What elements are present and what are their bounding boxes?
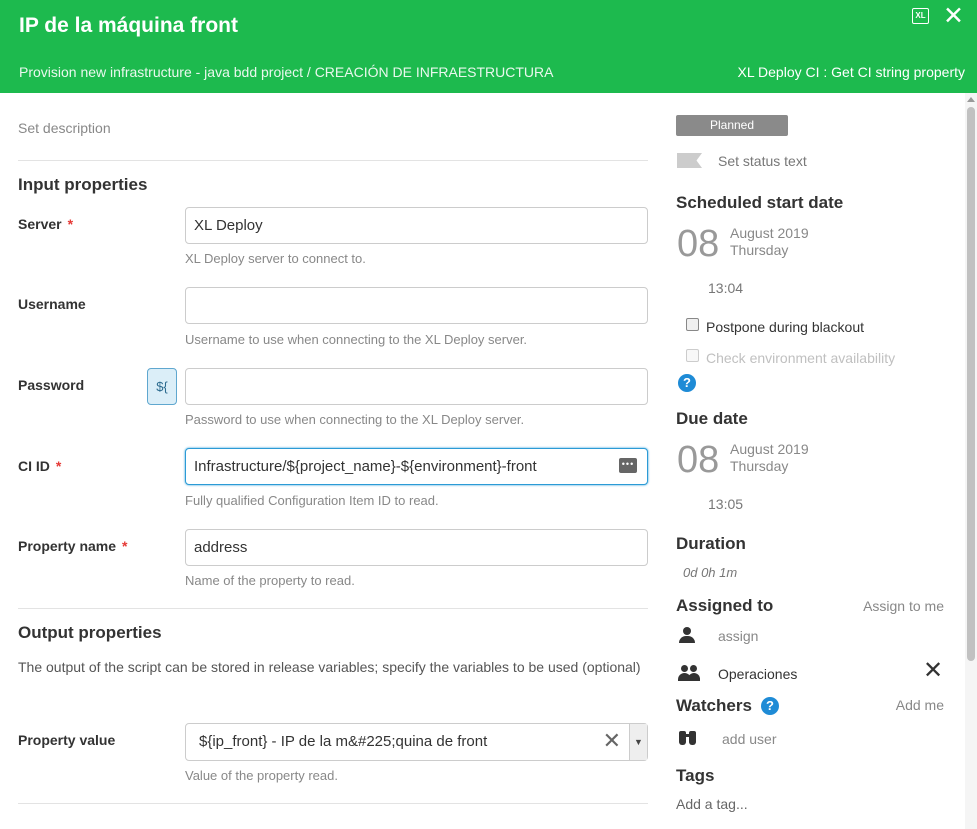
xl-deploy-icon[interactable]: XL — [912, 8, 929, 24]
assign-user-field[interactable]: assign — [718, 628, 758, 644]
start-weekday: Thursday — [730, 242, 789, 258]
due-month-year[interactable]: August 2019 — [730, 441, 809, 458]
breadcrumb[interactable]: Provision new infrastructure - java bdd … — [19, 64, 553, 80]
output-properties-title: Output properties — [18, 623, 162, 642]
due-date-heading: Due date — [676, 409, 748, 428]
duration-value[interactable]: 0d 0h 1m — [683, 565, 737, 580]
tags-heading: Tags — [676, 766, 715, 785]
output-properties-description: The output of the script can be stored i… — [18, 659, 641, 675]
team-icon — [678, 665, 700, 681]
add-tag-field[interactable]: Add a tag... — [676, 796, 748, 812]
chevron-down-icon[interactable]: ▼ — [629, 724, 647, 760]
postpone-label[interactable]: Postpone during blackout — [706, 319, 864, 335]
username-input[interactable] — [185, 287, 648, 324]
due-day[interactable]: 08 — [677, 440, 719, 480]
property-name-help: Name of the property to read. — [185, 573, 355, 588]
ci-id-label: CI ID * — [18, 458, 62, 474]
start-day[interactable]: 08 — [677, 224, 719, 264]
due-time[interactable]: 13:05 — [708, 496, 743, 512]
property-value-selected: ${ip_front} - IP de la m&#225;quina de f… — [199, 733, 488, 750]
description-field[interactable]: Set description — [18, 120, 111, 136]
required-marker: * — [67, 216, 74, 232]
task-type-label: XL Deploy CI : Get CI string property — [737, 64, 965, 80]
postpone-checkbox[interactable] — [686, 318, 699, 331]
server-input[interactable]: XL Deploy — [185, 207, 648, 244]
assigned-team[interactable]: Operaciones — [718, 666, 797, 682]
password-label: Password — [18, 377, 85, 393]
user-icon — [679, 627, 695, 643]
add-user-field[interactable]: add user — [722, 731, 776, 747]
task-header: IP de la máquina front Provision new inf… — [0, 0, 977, 93]
password-input[interactable] — [185, 368, 648, 405]
ci-id-value: Infrastructure/${project_name}-${environ… — [194, 458, 537, 475]
assigned-to-heading: Assigned to — [676, 596, 774, 615]
add-me-link[interactable]: Add me — [896, 697, 944, 713]
variable-toggle-button[interactable]: ${ — [147, 368, 177, 405]
watchers-help-icon[interactable]: ? — [761, 697, 779, 715]
ci-id-input[interactable]: Infrastructure/${project_name}-${environ… — [185, 448, 648, 485]
status-text-field[interactable]: Set status text — [718, 153, 807, 169]
task-title[interactable]: IP de la máquina front — [19, 14, 238, 38]
property-value-select[interactable]: ${ip_front} - IP de la m&#225;quina de f… — [185, 723, 648, 761]
status-badge: Planned — [676, 115, 788, 136]
close-icon[interactable]: ✕ — [943, 4, 964, 29]
divider — [18, 803, 648, 804]
check-environment-checkbox — [686, 349, 699, 362]
server-label: Server * — [18, 216, 74, 232]
scrollbar-thumb[interactable] — [967, 107, 975, 661]
divider — [18, 608, 648, 609]
server-help: XL Deploy server to connect to. — [185, 251, 366, 266]
password-help: Password to use when connecting to the X… — [185, 412, 525, 427]
property-name-input[interactable]: address — [185, 529, 648, 566]
flag-icon — [677, 153, 702, 168]
ci-id-help: Fully qualified Configuration Item ID to… — [185, 493, 439, 508]
binoculars-icon — [679, 729, 696, 745]
watchers-heading: Watchers — [676, 696, 752, 715]
due-weekday: Thursday — [730, 458, 789, 474]
autocomplete-icon[interactable]: ••• — [619, 458, 637, 473]
scroll-up-icon[interactable] — [967, 97, 975, 102]
required-marker: * — [55, 458, 62, 474]
scheduled-start-heading: Scheduled start date — [676, 193, 844, 212]
start-month-year[interactable]: August 2019 — [730, 225, 809, 242]
required-marker: * — [122, 538, 128, 554]
property-value-label: Property value — [18, 732, 116, 748]
input-properties-title: Input properties — [18, 175, 148, 194]
duration-heading: Duration — [676, 534, 746, 553]
divider — [18, 160, 648, 161]
username-help: Username to use when connecting to the X… — [185, 332, 528, 347]
property-name-label: Property name * — [18, 538, 128, 554]
remove-team-icon[interactable]: ✕ — [923, 659, 943, 683]
start-time[interactable]: 13:04 — [708, 280, 743, 296]
assign-to-me-link[interactable]: Assign to me — [863, 598, 944, 614]
clear-icon[interactable]: ✕ — [603, 729, 621, 753]
scrollbar[interactable] — [965, 93, 977, 829]
property-value-help: Value of the property read. — [185, 768, 338, 783]
help-icon[interactable]: ? — [678, 374, 696, 392]
check-environment-label: Check environment availability — [706, 350, 896, 366]
username-label: Username — [18, 296, 86, 312]
